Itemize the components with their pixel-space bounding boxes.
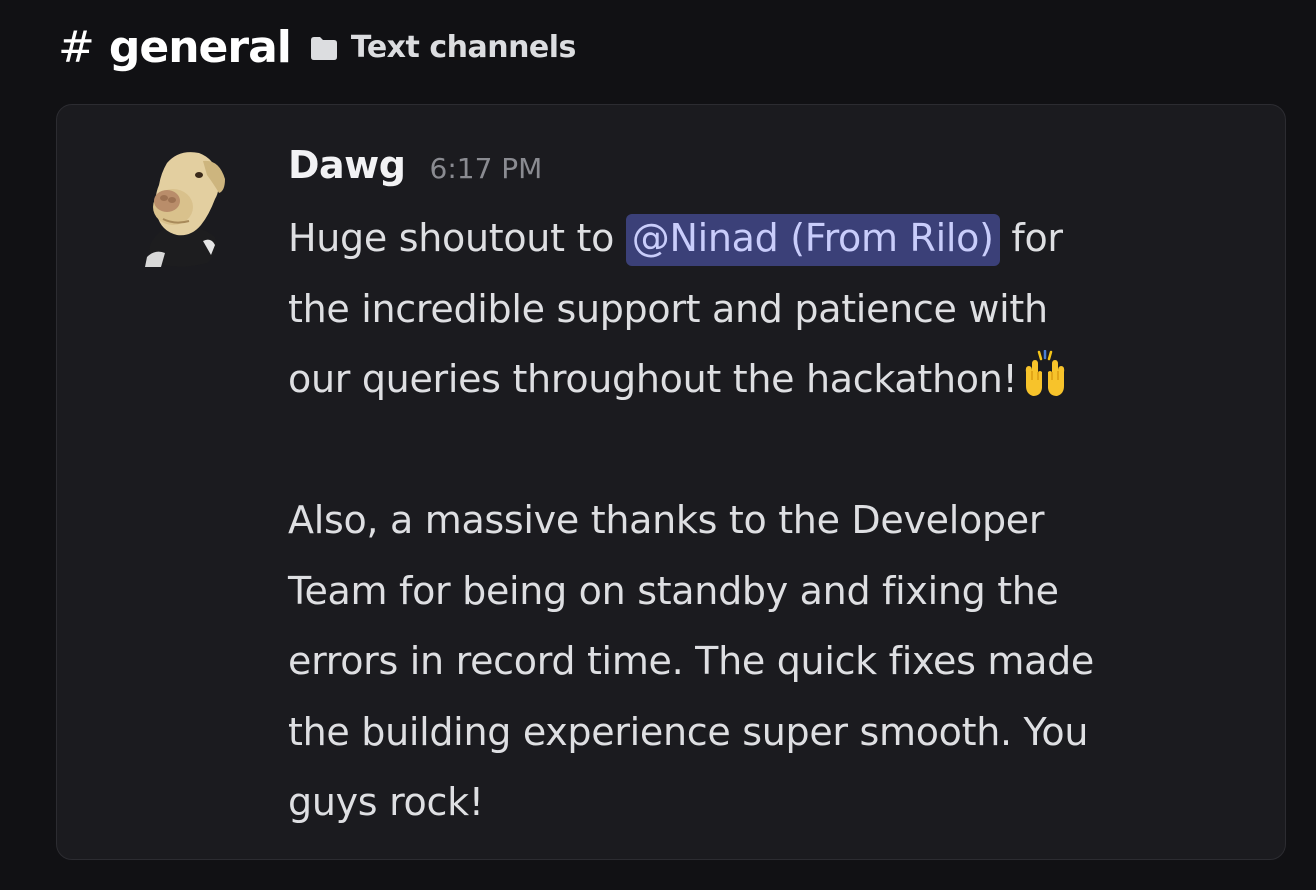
channel-hash-icon: #	[58, 22, 95, 73]
dog-avatar-icon[interactable]	[141, 145, 233, 269]
author-name[interactable]: Dawg	[288, 143, 406, 187]
message-line: the incredible support and patience with	[288, 286, 1048, 331]
user-mention[interactable]: @Ninad (From Rilo)	[625, 214, 1000, 266]
folder-icon	[309, 35, 339, 61]
channel-header: # general Text channels	[58, 20, 576, 76]
channel-name[interactable]: general	[109, 26, 292, 70]
message-line: Also, a massive thanks to the Developer	[288, 498, 1045, 542]
message-line: Huge shoutout to @Ninad (From Rilo) for	[288, 203, 1248, 274]
message-text: for	[999, 216, 1063, 260]
message-header: Dawg 6:17 PM	[288, 143, 542, 187]
message-card[interactable]: Dawg 6:17 PM Huge shoutout to @Ninad (Fr…	[56, 104, 1286, 860]
message-timestamp[interactable]: 6:17 PM	[430, 152, 543, 185]
message-text: Huge shoutout to	[288, 216, 626, 260]
message-line: the building experience super smooth. Yo…	[288, 709, 1089, 754]
message-content: Huge shoutout to @Ninad (From Rilo) for …	[288, 203, 1248, 838]
message-line: our queries throughout the hackathon!	[288, 344, 1248, 415]
message-line: Team for being on standby and fixing the	[288, 568, 1059, 613]
message-line: guys rock!	[288, 780, 484, 824]
category-name[interactable]: Text channels	[351, 33, 577, 63]
raising-hands-emoji-icon[interactable]	[1023, 349, 1067, 421]
message-text: our queries throughout the hackathon!	[288, 357, 1018, 401]
message-line: errors in record time. The quick fixes m…	[288, 639, 1094, 683]
